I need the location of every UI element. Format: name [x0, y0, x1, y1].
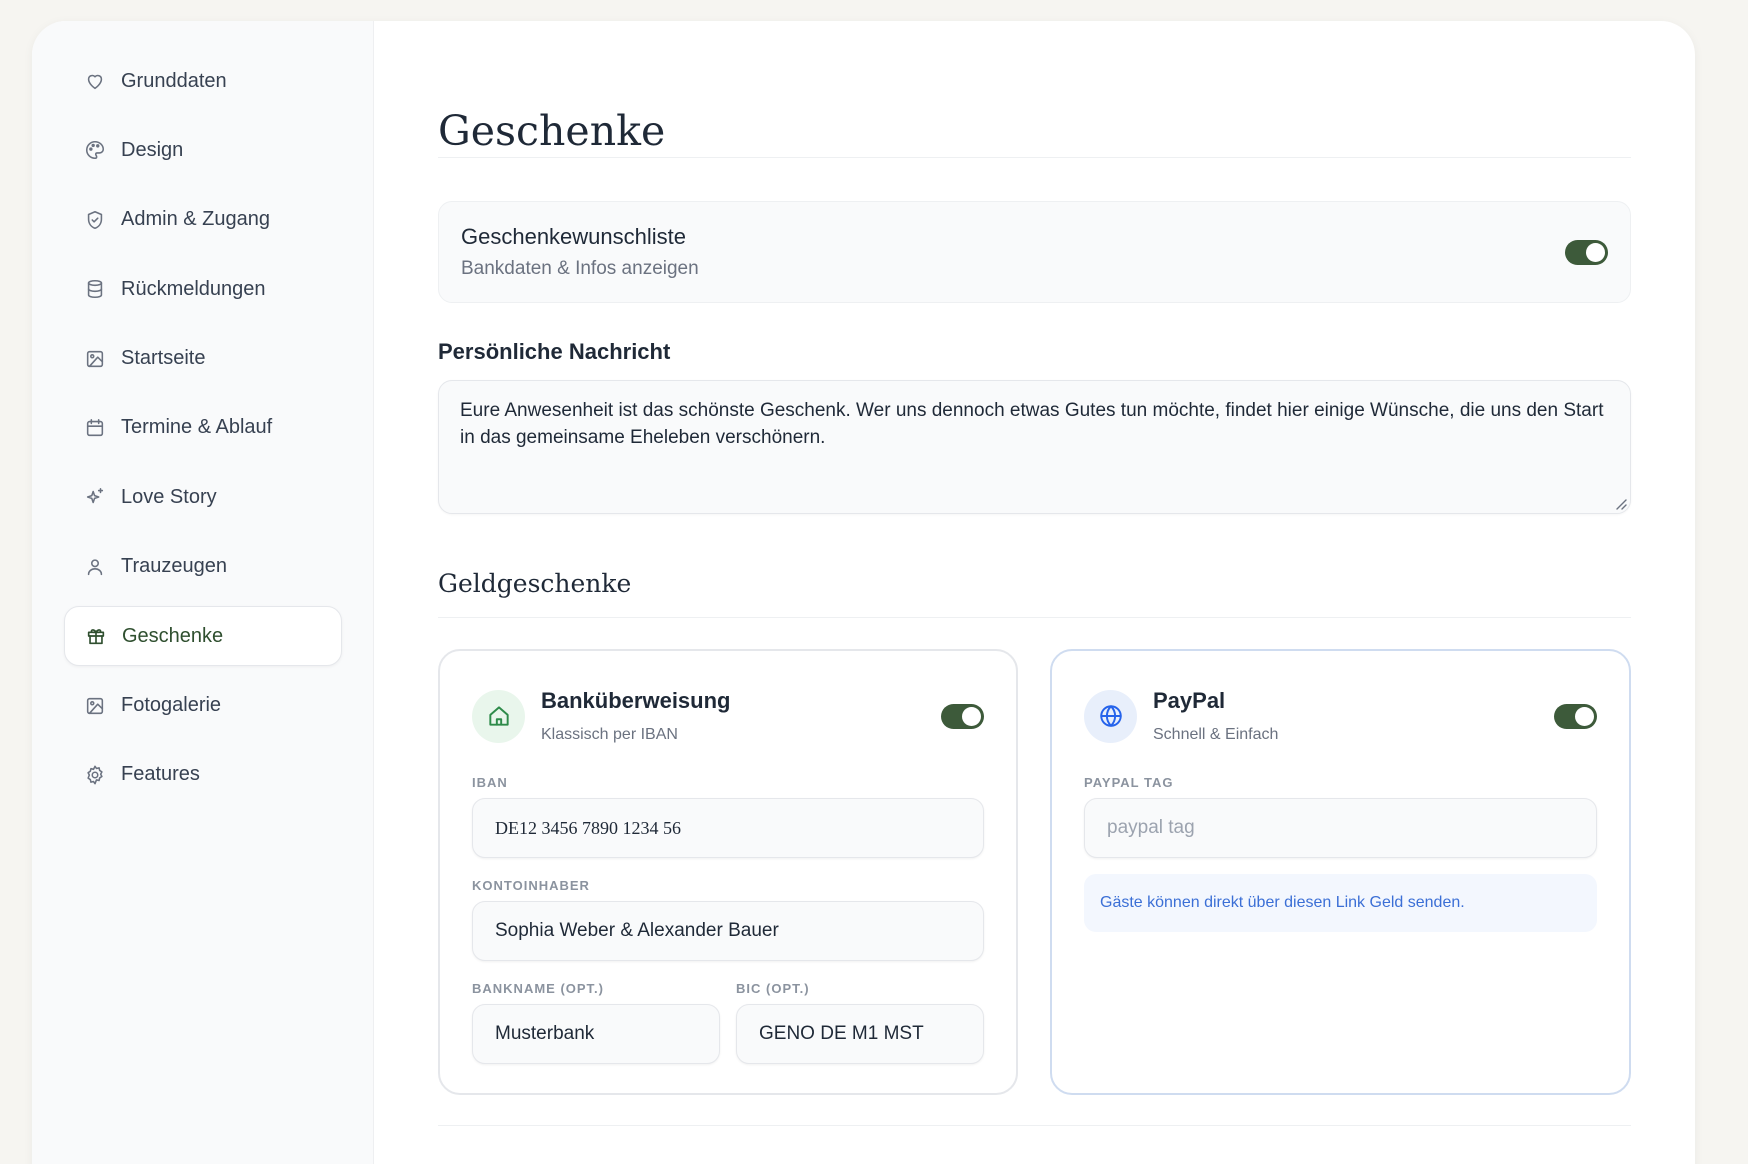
money-gifts-heading: Geldgeschenke — [438, 569, 632, 598]
home-icon — [472, 689, 525, 743]
main-content: Geschenke Geschenkewunschliste Bankdaten… — [374, 21, 1695, 1164]
wishlist-toggle[interactable] — [1565, 239, 1608, 265]
bic-label: BIC (opt.) — [736, 981, 810, 996]
holder-label: Kontoinhaber — [472, 878, 590, 893]
sidebar-item-startseite[interactable]: Startseite — [64, 329, 342, 389]
heart-icon — [84, 70, 106, 92]
database-icon — [84, 278, 106, 300]
sidebar: Grunddaten Design Admin & Zugang Rückmel… — [32, 21, 374, 1164]
paypal-subtitle: Schnell & Einfach — [1153, 726, 1279, 743]
sidebar-item-admin[interactable]: Admin & Zugang — [64, 190, 342, 250]
image-icon — [84, 695, 106, 717]
settings-panel: Grunddaten Design Admin & Zugang Rückmel… — [32, 21, 1695, 1164]
page-title: Geschenke — [438, 107, 666, 155]
holder-field[interactable]: Sophia Weber & Alexander Bauer — [472, 901, 984, 961]
sidebar-item-features[interactable]: Features — [64, 745, 342, 805]
paypal-tag-input[interactable]: paypal tag — [1084, 798, 1597, 858]
bank-title: Banküberweisung — [541, 688, 731, 713]
paypal-title: PayPal — [1153, 688, 1226, 713]
sidebar-item-label: Admin & Zugang — [121, 208, 270, 231]
payment-methods: Banküberweisung Klassisch per IBAN IBAN … — [438, 649, 1631, 1095]
sidebar-item-design[interactable]: Design — [64, 120, 342, 180]
calendar-icon — [84, 417, 106, 439]
sidebar-item-love-story[interactable]: Love Story — [64, 467, 342, 527]
globe-icon — [1084, 689, 1137, 743]
message-textarea[interactable]: Eure Anwesenheit ist das schönste Gesche… — [438, 380, 1631, 514]
bankname-label: Bankname (opt.) — [472, 981, 604, 996]
sidebar-item-geschenke[interactable]: Geschenke — [64, 606, 342, 667]
paypal-card: PayPal Schnell & Einfach PayPal Tag payp… — [1050, 649, 1631, 1095]
sidebar-item-trauzeugen[interactable]: Trauzeugen — [64, 537, 342, 597]
sidebar-item-label: Startseite — [121, 347, 206, 370]
iban-label: IBAN — [472, 775, 508, 790]
message-text: Eure Anwesenheit ist das schönste Gesche… — [460, 400, 1604, 448]
sidebar-item-label: Features — [121, 763, 200, 786]
sidebar-item-rueckmeldungen[interactable]: Rückmeldungen — [64, 259, 342, 319]
sidebar-item-label: Geschenke — [122, 624, 224, 647]
divider — [438, 1125, 1631, 1126]
paypal-tag-label: PayPal Tag — [1084, 775, 1174, 790]
wishlist-title: Geschenkewunschliste — [461, 224, 687, 249]
wishlist-toggle-card: Geschenkewunschliste Bankdaten & Infos a… — [438, 201, 1631, 303]
sidebar-item-termine[interactable]: Termine & Ablauf — [64, 398, 342, 458]
shield-check-icon — [84, 209, 106, 231]
bank-subtitle: Klassisch per IBAN — [541, 726, 678, 743]
sidebar-item-label: Grunddaten — [121, 69, 227, 92]
resize-handle-icon[interactable] — [1613, 496, 1627, 510]
sidebar-item-label: Termine & Ablauf — [121, 416, 273, 439]
user-icon — [84, 556, 106, 578]
iban-field[interactable]: DE12 3456 7890 1234 56 — [472, 798, 984, 858]
message-label: Persönliche Nachricht — [438, 339, 671, 364]
sidebar-item-grunddaten[interactable]: Grunddaten — [64, 51, 342, 111]
image-icon — [84, 348, 106, 370]
bankname-field[interactable]: Musterbank — [472, 1004, 720, 1064]
paypal-toggle[interactable] — [1554, 703, 1597, 729]
bic-field[interactable]: GENO DE M1 MST — [736, 1004, 984, 1064]
wishlist-subtitle: Bankdaten & Infos anzeigen — [461, 258, 699, 279]
paypal-info: Gäste können direkt über diesen Link Gel… — [1084, 874, 1597, 932]
gift-icon — [85, 625, 107, 647]
palette-icon — [84, 139, 106, 161]
bank-transfer-card: Banküberweisung Klassisch per IBAN IBAN … — [438, 649, 1018, 1095]
sidebar-item-fotogalerie[interactable]: Fotogalerie — [64, 676, 342, 736]
divider — [438, 617, 1631, 618]
gear-icon — [84, 764, 106, 786]
sidebar-item-label: Fotogalerie — [121, 694, 222, 717]
sparkles-icon — [84, 486, 106, 508]
sidebar-item-label: Rückmeldungen — [121, 277, 266, 300]
sidebar-item-label: Trauzeugen — [121, 555, 227, 578]
divider — [438, 157, 1631, 158]
sidebar-item-label: Love Story — [121, 485, 217, 508]
sidebar-item-label: Design — [121, 138, 184, 161]
bank-toggle[interactable] — [941, 703, 984, 729]
